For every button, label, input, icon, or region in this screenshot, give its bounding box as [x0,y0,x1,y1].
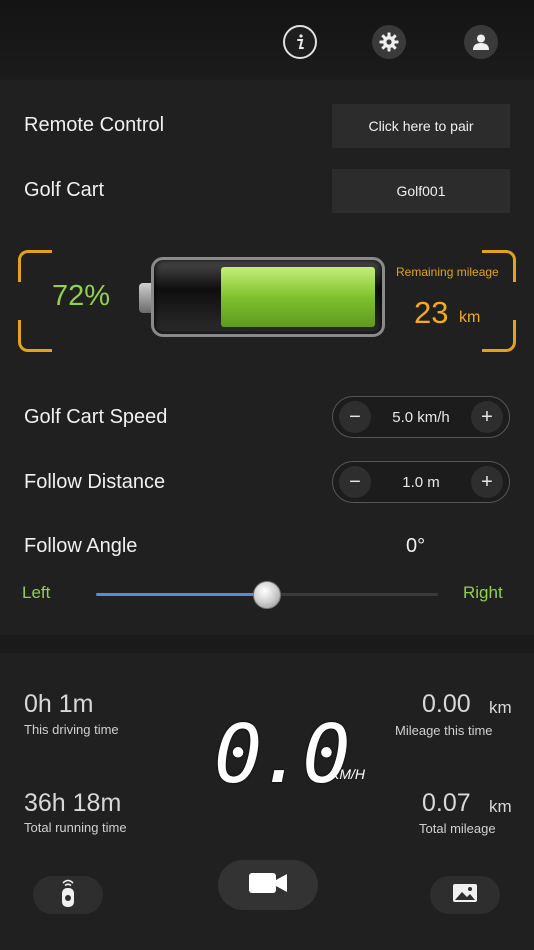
angle-left-label: Left [22,583,51,602]
battery-icon [151,257,385,337]
distance-value: 1.0 m [402,473,440,491]
top-bar [0,0,534,80]
speed-decrease-button[interactable]: − [339,401,371,433]
remaining-mileage-unit: km [459,309,481,326]
golf-cart-selector[interactable]: Golf001 [332,169,510,213]
running-time-label: Total running time [24,820,127,835]
total-mileage-value: 0.07 [422,789,471,817]
total-mileage-unit: km [489,797,512,816]
running-time-value: 36h 18m [24,789,122,817]
current-speed-unit: KM/H [330,766,365,782]
section-divider [0,635,534,653]
mileage-this-value: 0.00 [422,690,471,718]
angle-right-label: Right [463,583,503,602]
video-camera-icon [248,871,288,900]
angle-slider-fill [96,593,267,596]
follow-distance-label: Follow Distance [24,471,166,493]
battery-level-fill [221,267,375,327]
driving-time-label: This driving time [24,722,119,737]
remote-icon [60,878,76,913]
bracket-bottom-right [482,320,516,352]
driving-time-value: 0h 1m [24,690,94,718]
distance-decrease-button[interactable]: − [339,466,371,498]
gallery-icon [452,883,478,908]
speed-increase-button[interactable]: + [471,401,503,433]
user-icon[interactable] [464,25,498,59]
video-button[interactable] [218,860,318,910]
mileage-this-label: Mileage this time [395,723,493,738]
angle-slider[interactable] [96,581,438,609]
mileage-this-unit: km [489,698,512,717]
follow-angle-value: 0° [406,535,426,557]
gallery-button[interactable] [430,876,500,914]
pair-button[interactable]: Click here to pair [332,104,510,148]
total-mileage-label: Total mileage [419,821,496,836]
info-icon[interactable] [283,25,317,59]
distance-stepper: − 1.0 m + [332,461,510,503]
remote-button[interactable] [33,876,103,914]
bracket-top-left [18,250,52,282]
distance-increase-button[interactable]: + [471,466,503,498]
remaining-mileage-value: 23 [414,295,449,330]
gear-icon[interactable] [372,25,406,59]
angle-slider-handle[interactable] [253,581,281,609]
golf-cart-label: Golf Cart [24,179,105,201]
bracket-bottom-left [18,320,52,352]
cart-speed-label: Golf Cart Speed [24,406,168,428]
speed-stepper: − 5.0 km/h + [332,396,510,438]
remaining-mileage-label: Remaining mileage [396,265,499,279]
follow-angle-label: Follow Angle [24,535,138,557]
remote-control-label: Remote Control [24,114,165,136]
battery-percentage: 72% [52,280,111,312]
current-speed-value: 0.0 [214,708,350,801]
speed-value: 5.0 km/h [392,408,450,426]
